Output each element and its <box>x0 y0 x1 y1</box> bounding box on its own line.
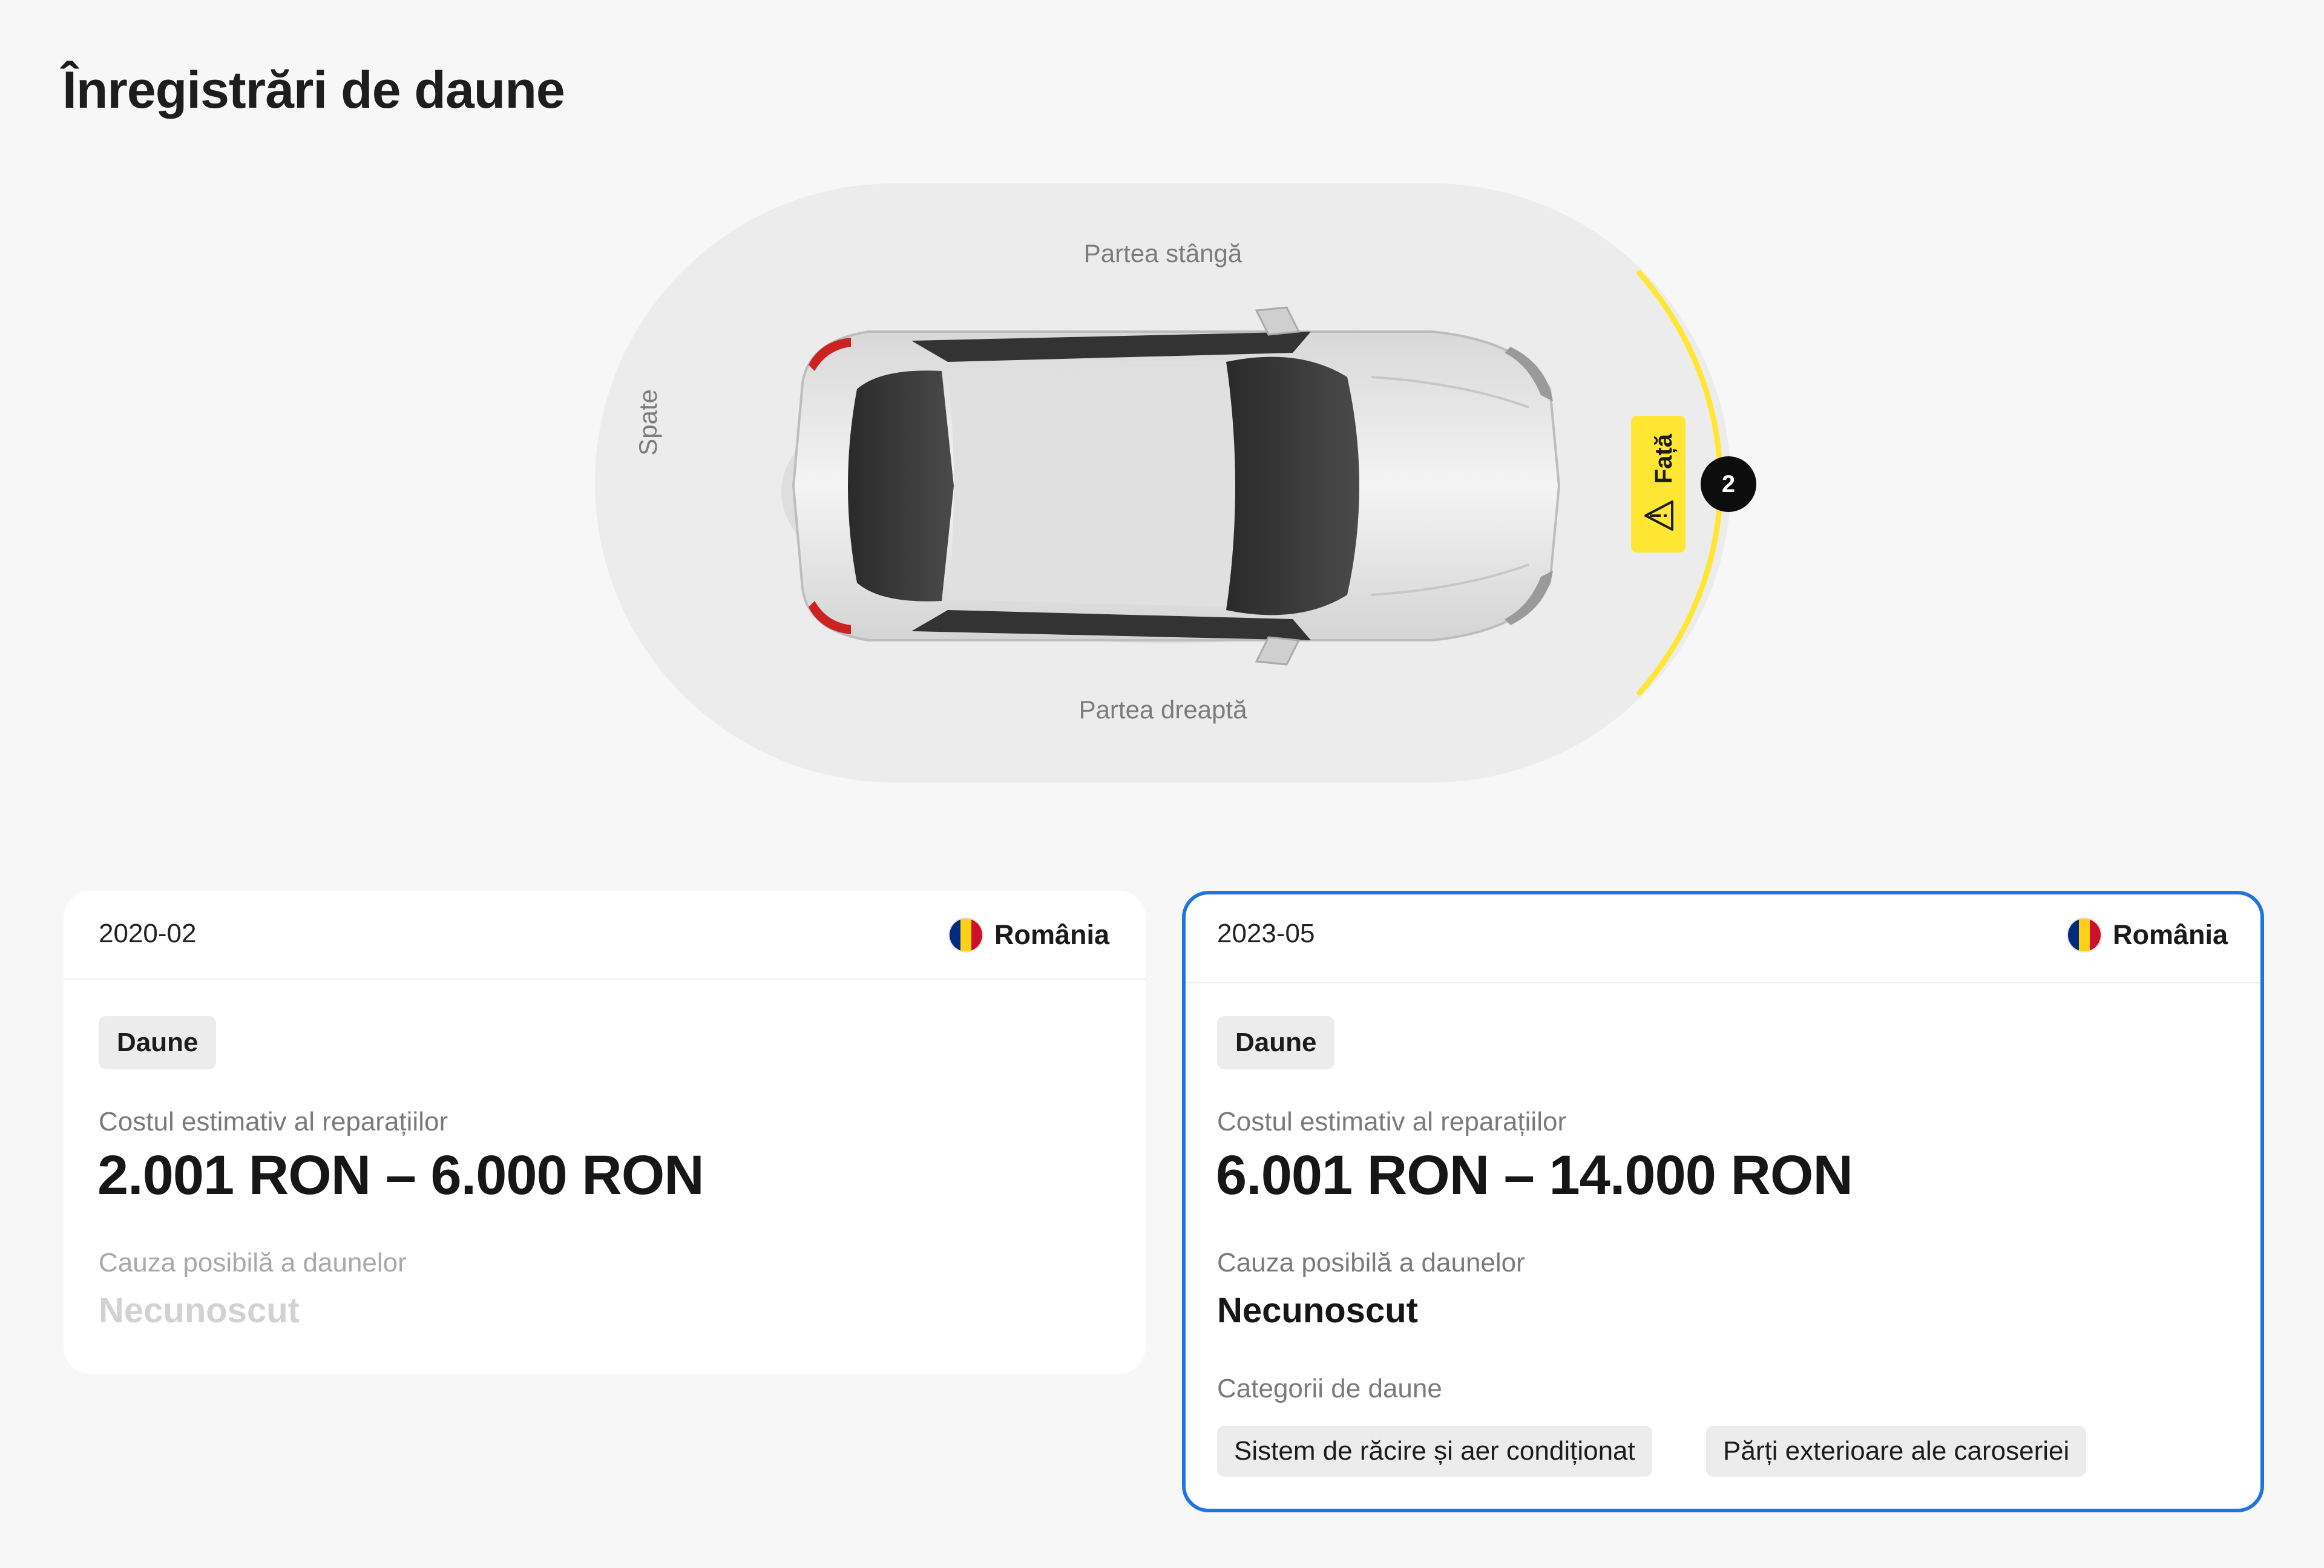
front-damage-tag[interactable]: Față <box>1631 416 1686 553</box>
damage-category-chip: Sistem de răcire și aer condiționat <box>1217 1426 1652 1477</box>
record-type-badge: Daune <box>99 1016 217 1069</box>
romania-flag-icon <box>2066 917 2102 953</box>
damage-record-card-selected[interactable]: 2023-05 România Daune Costul estimativ a… <box>1182 891 2264 1512</box>
romania-flag-icon <box>948 917 983 953</box>
damage-cause-value: Necunoscut <box>99 1291 300 1330</box>
label-front: Față <box>1650 434 1677 484</box>
damage-record-card[interactable]: 2020-02 România Daune Costul estimativ a… <box>64 891 1146 1374</box>
card-header: 2023-05 România <box>1186 894 2260 983</box>
label-left-side[interactable]: Partea stângă <box>595 239 1731 268</box>
damage-cause-label: Cauza posibilă a daunelor <box>1217 1248 1525 1278</box>
record-country: România <box>2066 917 2228 953</box>
car-damage-diagram: Partea stângă Partea dreaptă Spate Față … <box>595 183 1756 782</box>
front-damage-count-badge[interactable]: 2 <box>1701 456 1756 512</box>
repair-cost-label: Costul estimativ al reparațiilor <box>1217 1107 1567 1137</box>
record-country: România <box>948 917 1109 953</box>
record-date: 2023-05 <box>1217 919 1315 948</box>
repair-cost-label: Costul estimativ al reparațiilor <box>99 1107 448 1137</box>
repair-cost-value: 2.001 RON – 6.000 RON <box>97 1144 704 1206</box>
record-date: 2020-02 <box>99 919 197 948</box>
label-right-side[interactable]: Partea dreaptă <box>595 695 1731 724</box>
damage-category-chip: Părți exterioare ale caroseriei <box>1706 1426 2087 1477</box>
damage-categories-label: Categorii de daune <box>1217 1374 1442 1403</box>
label-rear[interactable]: Spate <box>634 362 663 483</box>
damage-cause-value: Necunoscut <box>1217 1291 1418 1330</box>
car-top-view-image <box>781 306 1561 666</box>
record-type-badge: Daune <box>1217 1016 1335 1069</box>
page-title: Înregistrări de daune <box>62 61 565 119</box>
country-name: România <box>994 919 1109 950</box>
card-header: 2020-02 România <box>64 891 1146 980</box>
damage-cause-label: Cauza posibilă a daunelor <box>99 1248 407 1278</box>
repair-cost-value: 6.001 RON – 14.000 RON <box>1216 1144 1853 1206</box>
country-name: România <box>2112 919 2228 950</box>
warning-triangle-icon <box>1644 500 1673 531</box>
